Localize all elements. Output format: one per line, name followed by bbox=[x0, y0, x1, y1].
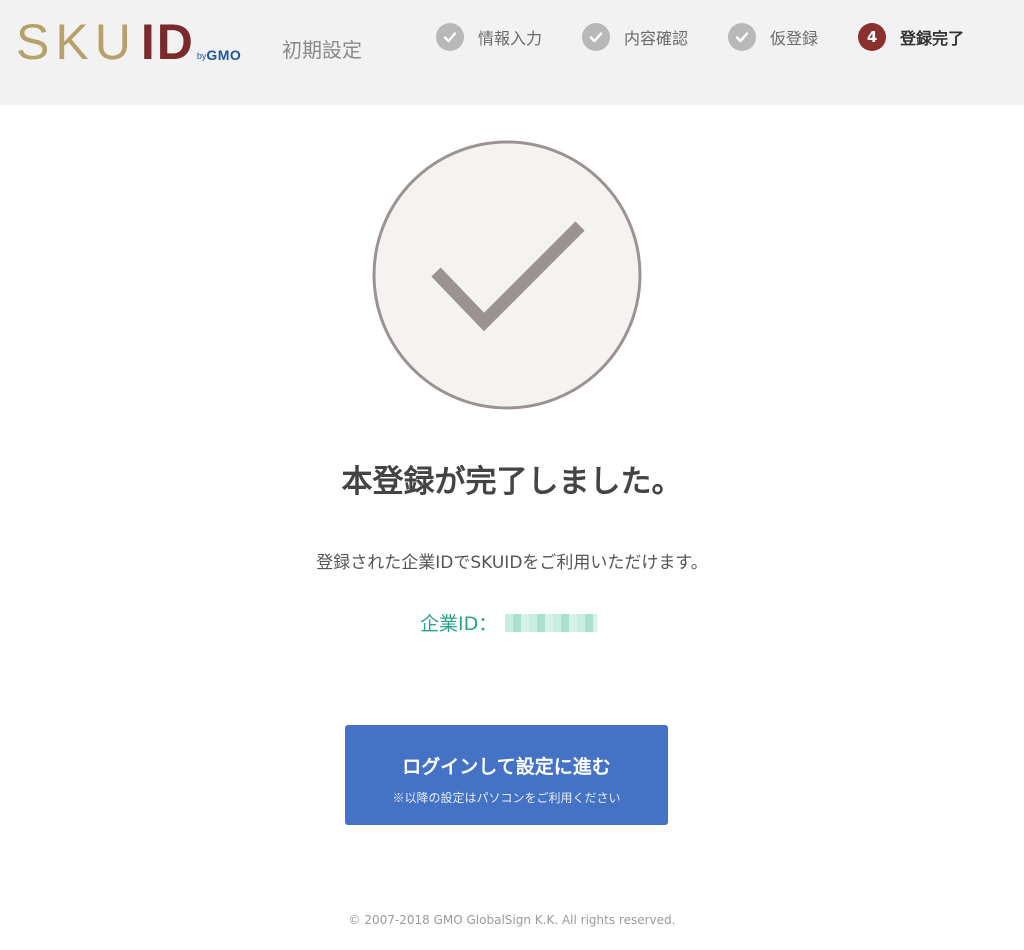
login-button-sublabel: ※以降の設定はパソコンをご利用ください bbox=[392, 791, 621, 805]
logo-by-text: by bbox=[196, 51, 207, 61]
page-title: 本登録が完了しました。 bbox=[341, 464, 683, 500]
checkmark-circle-icon bbox=[372, 140, 642, 410]
step-label: 内容確認 bbox=[624, 29, 689, 48]
step-label: 情報入力 bbox=[478, 29, 543, 48]
logo-id-text: ID bbox=[140, 14, 195, 70]
step-provisional: 仮登録 bbox=[728, 23, 818, 51]
login-settings-button[interactable]: ログインして設定に進む ※以降の設定はパソコンをご利用ください bbox=[345, 725, 668, 825]
step-confirm: 内容確認 bbox=[582, 23, 688, 51]
company-id-label: 企業ID： bbox=[420, 613, 498, 635]
step-label: 仮登録 bbox=[770, 29, 819, 48]
step-number-badge: 4 bbox=[858, 23, 887, 51]
skuid-logo[interactable]: SKU ID by GMO bbox=[16, 14, 242, 70]
check-icon bbox=[436, 23, 464, 51]
page-label: 初期設定 bbox=[282, 38, 362, 62]
progress-steps: 情報入力 内容確認 仮登録 4 登録完了 bbox=[436, 22, 964, 52]
step-complete: 4 登録完了 bbox=[858, 23, 964, 51]
check-icon bbox=[582, 23, 611, 51]
logo-gmo-text: GMO bbox=[206, 47, 242, 63]
header: SKU ID by GMO 初期設定 情報入力 内容確認 仮登録 4 登録完了 bbox=[0, 0, 1024, 105]
description-text: 登録された企業IDでSKUIDをご利用いただけます。 bbox=[316, 553, 708, 573]
step-label: 登録完了 bbox=[900, 29, 965, 48]
check-icon bbox=[728, 23, 757, 51]
copyright-footer: © 2007-2018 GMO GlobalSign K.K. All righ… bbox=[348, 913, 676, 927]
logo-sku-text: SKU bbox=[16, 14, 137, 70]
step-info-input: 情報入力 bbox=[436, 23, 542, 51]
company-id-value-redacted bbox=[505, 613, 598, 632]
login-button-label: ログインして設定に進む bbox=[402, 757, 611, 778]
company-id: 企業ID： bbox=[420, 609, 598, 636]
